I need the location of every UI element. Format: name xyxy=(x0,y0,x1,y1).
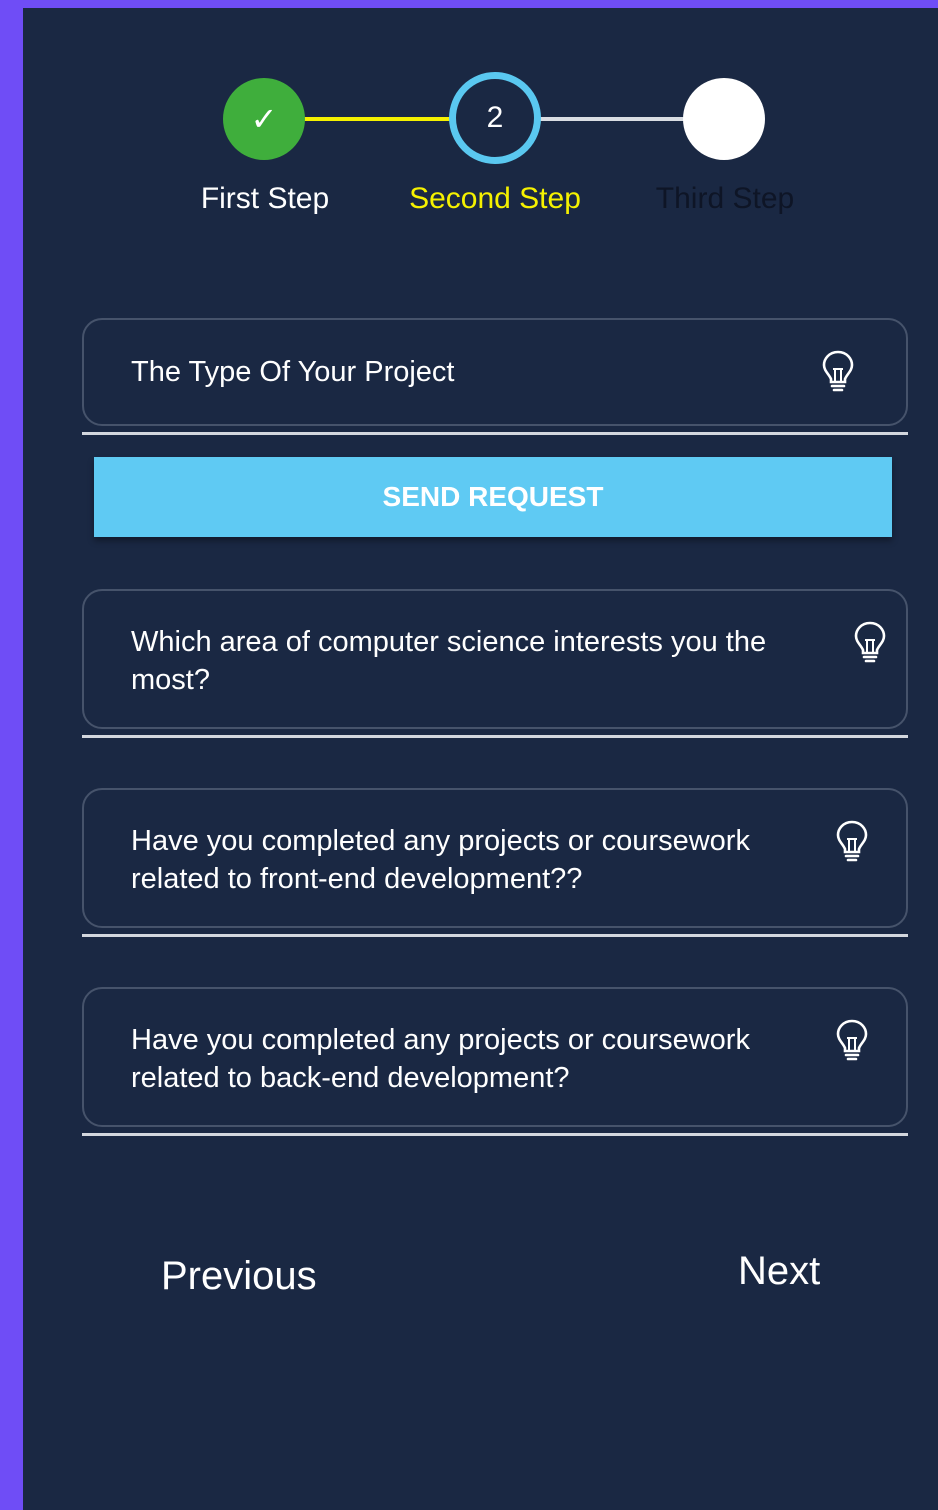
field-underline xyxy=(82,432,908,435)
lightbulb-icon xyxy=(854,621,886,663)
question-field-backend[interactable]: Have you completed any projects or cours… xyxy=(82,987,908,1127)
step-2-number: 2 xyxy=(486,101,504,134)
lightbulb-icon xyxy=(836,1019,868,1061)
lightbulb-icon xyxy=(822,350,854,392)
step-1-indicator[interactable]: ✓ xyxy=(223,78,305,160)
field-underline xyxy=(82,934,908,937)
question-field-frontend[interactable]: Have you completed any projects or cours… xyxy=(82,788,908,928)
project-type-placeholder: The Type Of Your Project xyxy=(131,356,455,388)
step-connector-pending xyxy=(539,117,685,121)
previous-button[interactable]: Previous xyxy=(161,1254,317,1299)
step-2-indicator[interactable]: 2 xyxy=(449,72,541,164)
question-field-cs-interest[interactable]: Which area of computer science interests… xyxy=(82,589,908,729)
project-type-field[interactable]: The Type Of Your Project xyxy=(82,318,908,426)
next-button[interactable]: Next xyxy=(738,1249,820,1294)
field-underline xyxy=(82,735,908,738)
step-3-label: Third Step xyxy=(655,182,795,215)
field-underline xyxy=(82,1133,908,1136)
lightbulb-icon xyxy=(836,820,868,862)
send-request-button[interactable]: SEND REQUEST xyxy=(94,457,892,537)
question-text: Which area of computer science interests… xyxy=(131,626,767,696)
form-screen: ✓ 2 First Step Second Step Third Step Th… xyxy=(23,8,938,1510)
step-3-indicator[interactable] xyxy=(683,78,765,160)
question-text: Have you completed any projects or cours… xyxy=(131,1024,750,1094)
check-icon: ✓ xyxy=(250,101,278,137)
question-text: Have you completed any projects or cours… xyxy=(131,825,750,895)
step-2-label: Second Step xyxy=(409,182,581,215)
step-connector-completed xyxy=(303,117,451,121)
step-1-label: First Step xyxy=(200,182,330,215)
